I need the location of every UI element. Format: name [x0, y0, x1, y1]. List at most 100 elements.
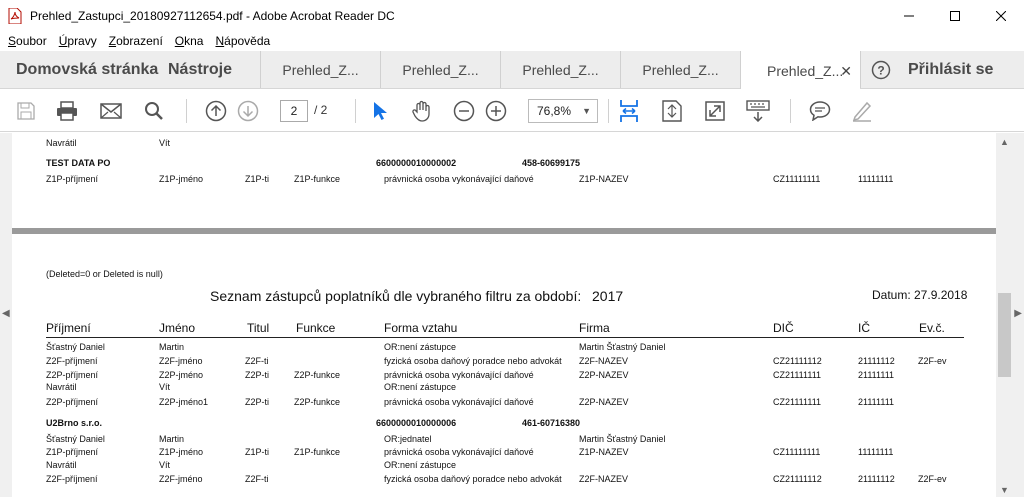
tab-tools[interactable]: Nástroje: [168, 51, 260, 88]
page1-cell: Z1P-NAZEV: [579, 174, 629, 184]
report-title: Seznam zástupců poplatníků dle vybraného…: [210, 288, 582, 304]
document-tab[interactable]: Prehled_Z...: [620, 51, 740, 88]
table-cell: CZ21111112: [773, 474, 822, 484]
document-tab[interactable]: Prehled_Z...: [500, 51, 620, 88]
tab-home[interactable]: Domovská stránka: [0, 51, 168, 88]
table-cell: Z2F-jméno: [159, 356, 203, 366]
menu-window[interactable]: Okna: [175, 34, 204, 48]
left-panel-toggle-icon[interactable]: ◀: [2, 308, 10, 319]
fit-page-button[interactable]: [660, 89, 684, 132]
sign-button[interactable]: [848, 89, 876, 132]
search-button[interactable]: [140, 89, 168, 132]
document-tab-active[interactable]: Prehled_Z... ✕: [740, 51, 860, 90]
previous-page-button[interactable]: [203, 89, 229, 132]
page1-cell: CZ11111111: [773, 174, 821, 184]
table-cell: Z1P-funkce: [294, 447, 341, 457]
menu-view[interactable]: Zobrazení: [109, 34, 163, 48]
column-header: DIČ: [773, 321, 794, 335]
table-cell: 21111111: [858, 370, 895, 380]
column-header: Jméno: [159, 321, 196, 335]
arrow-up-icon: [205, 100, 227, 121]
next-page-button[interactable]: [235, 89, 261, 132]
page1-cell: 11111111: [858, 174, 894, 184]
toolbar: 2 / 2 76,8% ▼: [0, 89, 1024, 132]
hand-tool-button[interactable]: [408, 89, 436, 132]
pdf-page-2: (Deleted=0 or Deleted is null) Seznam zá…: [12, 234, 996, 497]
column-header: Příjmení: [46, 321, 91, 335]
table-cell: Z2P-ti: [245, 370, 270, 380]
table-cell: Z2P-NAZEV: [579, 397, 629, 407]
close-tab-icon[interactable]: ✕: [840, 63, 852, 80]
full-screen-button[interactable]: [703, 89, 727, 132]
table-cell: Z2F-NAZEV: [579, 356, 629, 366]
page1-code: 458-60699175: [522, 158, 581, 168]
signin-button[interactable]: Přihlásit se: [900, 51, 993, 88]
document-tab[interactable]: Prehled_Z...: [380, 51, 500, 88]
fit-width-icon: [620, 99, 638, 122]
column-header: Forma vztahu: [384, 321, 458, 335]
table-cell: Vít: [159, 382, 171, 392]
fit-page-icon: [662, 99, 682, 122]
table-cell: Z2F-příjmení: [46, 474, 98, 484]
menu-help[interactable]: Nápověda: [215, 34, 270, 48]
search-icon: [145, 101, 163, 120]
table-cell: Z2F-jméno: [159, 474, 203, 484]
table-cell: Z2P-NAZEV: [579, 370, 629, 380]
save-button[interactable]: [12, 89, 40, 132]
table-cell: OR:jednatel: [384, 434, 432, 444]
zoom-select[interactable]: 76,8% ▼: [528, 99, 598, 123]
title-bar: Prehled_Zastupci_20180927112654.pdf - Ad…: [0, 0, 1024, 31]
table-cell: Z2F-ev: [918, 356, 947, 366]
table-cell: CZ11111111: [773, 447, 821, 457]
keyboard-scroll-icon: [746, 99, 770, 122]
full-screen-icon: [705, 100, 725, 121]
comment-button[interactable]: [806, 89, 834, 132]
table-cell: fyzická osoba daňový poradce nebo advoká…: [384, 356, 562, 366]
minimize-button[interactable]: [886, 0, 932, 31]
close-button[interactable]: [978, 0, 1024, 31]
tab-bar: Domovská stránka Nástroje Prehled_Z... P…: [0, 51, 1024, 90]
scroll-mode-button[interactable]: [744, 89, 772, 132]
table-cell: Z2F-NAZEV: [579, 474, 629, 484]
save-icon: [17, 101, 35, 120]
table-cell: OR:není zástupce: [384, 382, 457, 392]
help-button[interactable]: ?: [860, 51, 900, 88]
scroll-down-icon[interactable]: ▼: [1000, 485, 1009, 495]
menu-edit[interactable]: Úpravy: [59, 34, 97, 48]
vertical-scrollbar[interactable]: ▲ ▼: [996, 133, 1013, 497]
select-tool-button[interactable]: [368, 89, 392, 132]
document-area[interactable]: ◀ ▶ Navrátil Vít TEST DATA PO 6600000010…: [0, 133, 1024, 497]
page1-cell: Navrátil: [46, 138, 77, 148]
maximize-button[interactable]: [932, 0, 978, 31]
menu-bar: Soubor Úpravy Zobrazení Okna Nápověda: [0, 31, 1024, 51]
table-cell: 11111111: [858, 447, 894, 457]
zoom-out-button[interactable]: [452, 89, 476, 132]
column-header: Ev.č.: [919, 321, 945, 335]
menu-file[interactable]: Soubor: [8, 34, 47, 48]
table-cell: Z2F-ti: [245, 356, 269, 366]
zoom-in-button[interactable]: [484, 89, 508, 132]
table-cell: právnická osoba vykonávající daňové: [384, 447, 534, 457]
table-cell: Z2P-funkce: [294, 370, 341, 380]
table-cell: Z1P-NAZEV: [579, 447, 629, 457]
table-cell: Vít: [159, 460, 171, 470]
scrollbar-thumb[interactable]: [998, 293, 1011, 377]
table-cell: právnická osoba vykonávající daňové: [384, 397, 534, 407]
document-tab[interactable]: Prehled_Z...: [260, 51, 380, 88]
separator: [355, 99, 356, 123]
table-cell: Martin: [159, 434, 185, 444]
email-button[interactable]: [96, 89, 126, 132]
table-cell: Z2P-funkce: [294, 397, 341, 407]
page-number-input[interactable]: 2: [280, 100, 308, 122]
page1-cell: Z1P-příjmení: [46, 174, 99, 184]
pdf-icon: [8, 7, 22, 24]
zoom-out-icon: [453, 100, 475, 121]
right-panel-toggle-icon[interactable]: ▶: [1014, 308, 1022, 319]
table-cell: Z2F-příjmení: [46, 356, 98, 366]
page1-cell: Z1P-jméno: [159, 174, 204, 184]
print-button[interactable]: [52, 89, 82, 132]
scroll-up-icon[interactable]: ▲: [1000, 137, 1009, 147]
table-cell: CZ21111111: [773, 370, 822, 380]
fit-width-button[interactable]: [616, 89, 642, 132]
hand-icon: [412, 100, 430, 122]
